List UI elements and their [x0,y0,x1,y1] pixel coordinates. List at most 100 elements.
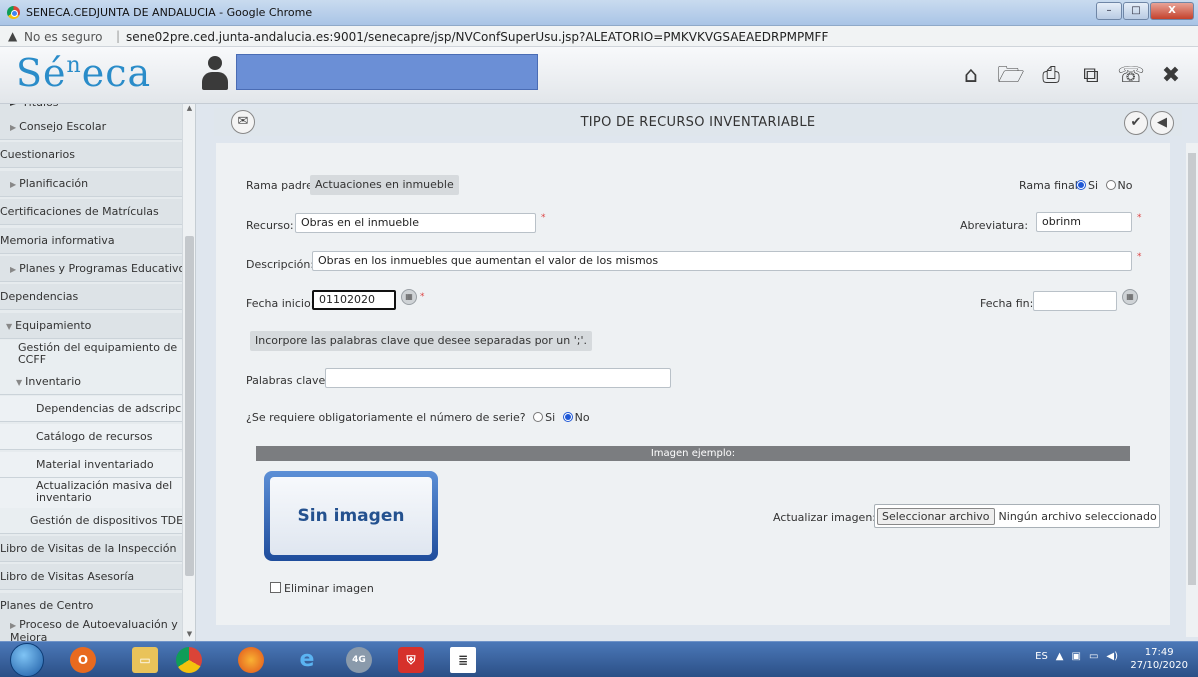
sidebar-item-dispositivos-tde[interactable]: Gestión de dispositivos TDE [0,508,182,534]
rama-final-no-radio[interactable] [1105,180,1116,190]
outlook-taskbar-icon[interactable]: O [64,645,102,675]
sidebar-item-memoria[interactable]: Memoria informativa [0,228,182,254]
close-icon[interactable]: ✖ [1154,62,1188,90]
page-title: TIPO DE RECURSO INVENTARIABLE [580,115,816,130]
abreviatura-input[interactable]: obrinm [1036,212,1132,232]
recurso-input[interactable]: Obras en el inmueble [295,213,536,233]
back-icon[interactable]: ◀ [1150,111,1174,135]
firefox-taskbar-icon[interactable] [232,645,270,675]
collapse-arrow-icon: ▼ [16,378,23,387]
document-taskbar-icon[interactable]: ≣ [444,645,482,675]
chrome-taskbar-icon[interactable] [170,645,208,675]
security-status[interactable]: No es seguro [24,30,102,44]
sidebar-item-actualizacion-masiva[interactable]: Actualización masiva del inventario [0,478,182,510]
print-icon[interactable]: ⎙ [1034,62,1068,90]
fecha-fin-input[interactable] [1033,291,1117,311]
volume-icon[interactable]: ◀) [1106,651,1118,662]
home-icon[interactable]: ⌂ [954,62,988,90]
sidebar-item-material-inventariado[interactable]: Material inventariado [0,452,182,478]
url-text[interactable]: sene02pre.ced.junta-andalucia.es:9001/se… [126,30,828,44]
rama-final-si-label: Si [1088,179,1099,192]
antivirus-taskbar-icon[interactable]: ⛨ [392,645,430,675]
sidebar-item-gestion-ccff[interactable]: Gestión del equipamiento de CCFF [0,340,182,370]
sidebar-item-label: Consejo Escolar [19,120,107,133]
sidebar-scrollbar[interactable]: ▲ ▼ [182,104,195,644]
scroll-up-arrow-icon[interactable]: ▲ [184,104,195,115]
tray-expand-icon[interactable]: ▲ [1056,651,1064,662]
main-scrollbar[interactable] [1186,143,1198,637]
seneca-logo[interactable]: Séneca [16,51,151,95]
palabras-clave-input[interactable] [325,368,671,388]
rama-final-no-label: No [1117,179,1133,192]
folder-open-icon[interactable]: 🗁 [994,62,1028,90]
serie-no-radio[interactable] [562,412,573,422]
phone-icon[interactable]: ☏ [1114,62,1148,90]
chrome-window: SENECA.CEDJUNTA DE ANDALUCIA - Google Ch… [0,0,1198,677]
sidebar-item-libro-visitas-inspeccion[interactable]: Libro de Visitas de la Inspección [0,536,182,562]
sidebar-item-label: Inventario [25,375,81,388]
sidebar-menu: ► Títulos ▶Consejo Escolar Cuestionarios… [0,104,196,644]
sidebar-item-cuestionarios[interactable]: Cuestionarios [0,142,182,168]
calendar-icon[interactable]: ▦ [1122,289,1138,305]
descripcion-input[interactable]: Obras en los inmuebles que aumentan el v… [312,251,1132,271]
user-icon [200,56,230,96]
sidebar-item-autoevaluacion[interactable]: ▶ Proceso de Autoevaluación y Mejora [0,617,182,644]
minimize-button[interactable]: – [1096,2,1122,20]
sidebar-item-label: Libro de Visitas de la Inspección [0,542,177,555]
sidebar-item-consejo-escolar[interactable]: ▶ Consejo Escolar [0,114,182,140]
sidebar-item-libro-visitas-asesoria[interactable]: Libro de Visitas Asesoría [0,564,182,590]
sidebar-item-planes-programas[interactable]: ▶ Planes y Programas Educativos [0,256,182,282]
logo-part-3: eca [81,51,152,95]
maximize-button[interactable]: □ [1123,2,1149,20]
file-explorer-taskbar-icon[interactable]: ▭ [126,645,164,675]
sidebar-item-label: Material inventariado [36,458,154,471]
select-file-button[interactable]: Seleccionar archivo [877,507,995,525]
close-window-button[interactable]: X [1150,2,1194,20]
required-mark: * [1137,213,1142,223]
serie-si-radio[interactable] [533,412,544,422]
file-input[interactable]: Seleccionar archivo Ningún archivo selec… [874,504,1160,528]
logo-part-1: Sé [16,51,67,95]
main-scroll-thumb[interactable] [1188,153,1196,585]
serie-question: ¿Se requiere obligatoriamente el número … [246,411,590,424]
mail-icon[interactable]: ✉ [231,110,255,134]
user-name-redacted [236,54,538,90]
sin-imagen-text: Sin imagen [270,477,432,555]
sidebar-item-label: Planificación [19,177,89,190]
window-title: SENECA.CEDJUNTA DE ANDALUCIA - Google Ch… [26,6,313,19]
sidebar-item-label: Dependencias de adscripción [36,402,182,415]
language-indicator[interactable]: ES [1035,651,1048,662]
accept-icon[interactable]: ✔ [1124,111,1148,135]
windows-start-button[interactable] [10,643,44,677]
warning-icon[interactable]: ▲ [8,29,17,43]
sidebar-item-label: Catálogo de recursos [36,430,153,443]
sidebar-item-planificacion[interactable]: ▶ Planificación [0,171,182,197]
address-bar[interactable]: ▲ No es seguro | sene02pre.ced.junta-and… [0,26,1198,47]
eliminar-imagen-checkbox[interactable] [270,582,281,593]
sidebar-item-certificaciones[interactable]: Certificaciones de Matrículas [0,199,182,225]
sidebar-item-inventario[interactable]: ▼ Inventario [0,369,182,395]
required-mark: * [541,213,546,223]
sidebar-item-dependencias-adscripcion[interactable]: Dependencias de adscripción [0,396,182,422]
sidebar-item-equipamiento[interactable]: ▼ Equipamiento [0,313,182,339]
scroll-down-arrow-icon[interactable]: ▼ [184,630,195,641]
calendar-icon[interactable]: ▦ [401,289,417,305]
network-icon[interactable]: ▣ [1072,651,1081,662]
sidebar-item-dependencias[interactable]: Dependencias [0,284,182,310]
battery-icon[interactable]: ▭ [1089,651,1098,662]
sidebar-item-label: Equipamiento [15,319,92,332]
4g-app-taskbar-icon[interactable]: 4G [340,645,378,675]
sidebar-item-label: Gestión del equipamiento de CCFF [18,341,178,366]
address-separator: | [116,29,121,43]
sidebar-item-catalogo-recursos[interactable]: Catálogo de recursos [0,424,182,450]
clock[interactable]: 17:49 27/10/2020 [1130,646,1188,672]
sidebar-scroll-thumb[interactable] [185,236,194,576]
palabras-clave-label: Palabras clave: [246,374,329,387]
sidebar-item-planes-centro[interactable]: Planes de Centro [0,593,182,619]
fecha-inicio-input[interactable]: 01102020 [312,290,396,310]
rama-final-si-radio[interactable] [1076,180,1086,190]
internet-explorer-taskbar-icon[interactable]: e [288,645,326,675]
copy-icon[interactable]: ⧉ [1074,62,1108,90]
logo-part-2: n [66,53,82,78]
sidebar-item-label: Dependencias [0,290,79,303]
